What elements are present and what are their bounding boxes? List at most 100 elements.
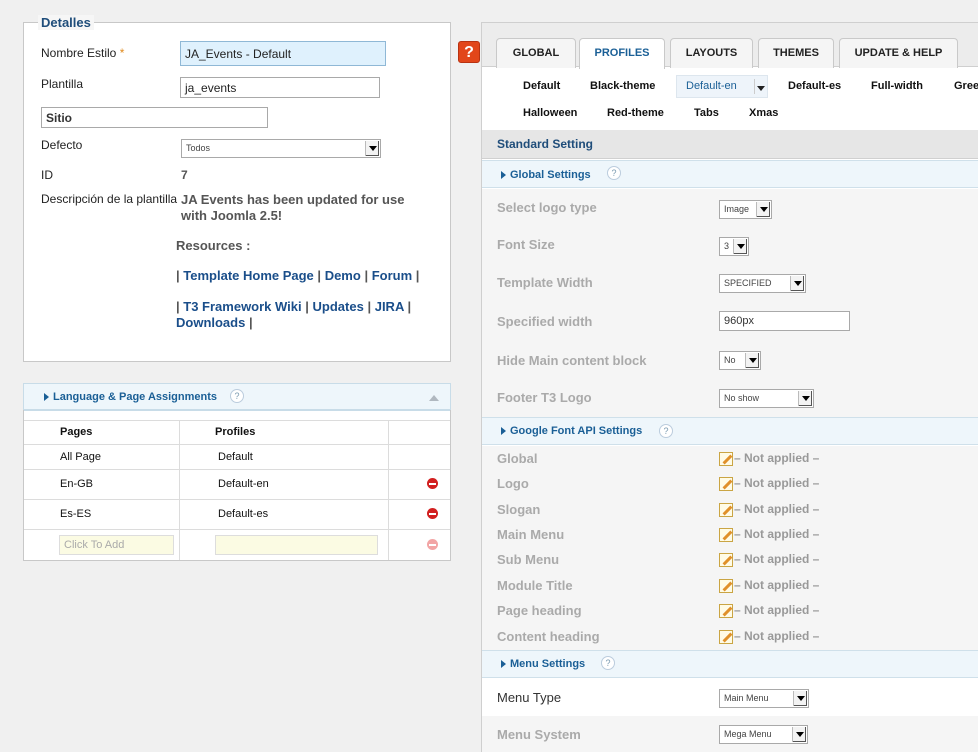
font-value-logo[interactable]: – Not applied – [719,476,819,491]
global-settings-body [482,189,978,417]
profile-tabs[interactable]: Tabs [694,107,719,119]
font-label-module-title: Module Title [497,578,573,593]
tab-update-help[interactable]: UPDATE & HELP [839,38,958,68]
tab-themes[interactable]: THEMES [758,38,834,68]
profile-full-width[interactable]: Full-width [871,80,923,92]
remove-icon-disabled [427,539,438,550]
specified-width-input[interactable]: 960px [719,311,850,331]
font-label-content-heading: Content heading [497,629,600,644]
descripcion-line1: JA Events has been updated for use [181,192,405,207]
help-button[interactable]: ? [458,41,480,63]
add-profile-input[interactable] [215,535,378,555]
edit-pencil-icon[interactable] [719,527,733,542]
edit-pencil-icon[interactable] [719,603,733,618]
remove-icon[interactable] [427,508,438,519]
link-downloads[interactable]: Downloads [176,315,245,330]
descripcion-label: Descripción de la plantilla [41,192,178,206]
resources-heading: Resources : [176,238,251,253]
profile-halloween[interactable]: Halloween [523,107,577,119]
edit-pencil-icon[interactable] [719,476,733,491]
link-jira[interactable]: JIRA [375,299,404,314]
nombre-estilo-input[interactable]: JA_Events - Default [180,41,386,66]
font-value-sub-menu[interactable]: – Not applied – [719,552,819,567]
profile-black-theme[interactable]: Black-theme [590,80,655,92]
expand-triangle-icon [501,171,506,180]
menu-type-label: Menu Type [497,690,562,705]
collapse-arrow-icon[interactable] [429,395,439,401]
menu-system-label: Menu System [497,727,581,742]
table-row-profile[interactable]: Default-en [218,478,269,490]
resource-links-line2: | T3 Framework Wiki | Updates | JIRA | [176,299,412,314]
font-label-page-heading: Page heading [497,603,582,618]
setting-label-specified-width: Specified width [497,314,593,329]
font-label-slogan: Slogan [497,502,541,517]
add-page-input[interactable]: Click To Add [59,535,174,555]
table-row-page: En-GB [60,478,94,490]
setting-label-font-size: Font Size [497,237,555,252]
tab-layouts[interactable]: LAYOUTS [670,38,753,68]
font-value-global[interactable]: – Not applied – [719,451,819,466]
font-value-module-title[interactable]: – Not applied – [719,578,819,593]
font-value-main-menu[interactable]: – Not applied – [719,527,819,542]
footer-logo-select[interactable]: No show [719,389,814,408]
setting-label-logo-type: Select logo type [497,200,597,215]
profile-default[interactable]: Default [523,80,560,92]
menu-system-select[interactable]: Mega Menu [719,725,808,744]
font-value-page-heading[interactable]: – Not applied – [719,603,819,618]
link-t3-framework-wiki[interactable]: T3 Framework Wiki [183,299,301,314]
column-header-profiles: Profiles [215,426,256,438]
font-value-slogan[interactable]: – Not applied – [719,502,819,517]
link-template-home-page[interactable]: Template Home Page [183,268,314,283]
chevron-down-icon [733,239,747,254]
edit-pencil-icon[interactable] [719,502,733,517]
menu-type-select[interactable]: Main Menu [719,689,809,708]
hide-main-select[interactable]: No [719,351,761,370]
table-row-profile[interactable]: Default-es [218,508,268,520]
chevron-down-icon [757,86,765,91]
link-forum[interactable]: Forum [372,268,412,283]
id-label: ID [41,168,53,182]
font-label-main-menu: Main Menu [497,527,565,542]
profile-green[interactable]: Gree [954,80,978,92]
help-icon[interactable]: ? [230,389,244,403]
expand-triangle-icon [501,427,506,436]
help-icon[interactable]: ? [601,656,615,670]
logo-type-select[interactable]: Image [719,200,772,219]
font-size-select[interactable]: 3 [719,237,749,256]
edit-pencil-icon[interactable] [719,629,733,644]
tab-global[interactable]: GLOBAL [496,38,576,68]
plantilla-input[interactable]: ja_events [180,77,380,98]
detalles-legend: Detalles [38,15,94,30]
column-header-pages: Pages [60,426,93,438]
chevron-down-icon [793,691,807,706]
font-value-content-heading[interactable]: – Not applied – [719,629,819,644]
assignments-title[interactable]: Language & Page Assignments [44,391,217,403]
setting-label-hide-main: Hide Main content block [497,353,647,368]
google-font-title[interactable]: Google Font API Settings [501,425,642,437]
help-icon[interactable]: ? [659,424,673,438]
tab-profiles[interactable]: PROFILES [579,38,665,69]
link-updates[interactable]: Updates [313,299,364,314]
sitio-input[interactable]: Sitio [41,107,268,128]
chevron-down-icon [745,353,759,368]
profile-default-en[interactable]: Default-en [686,80,737,92]
chevron-down-icon [798,391,812,406]
menu-settings-title[interactable]: Menu Settings [501,658,585,670]
remove-icon[interactable] [427,478,438,489]
id-value: 7 [181,168,188,182]
required-star: * [119,46,125,60]
global-settings-title[interactable]: Global Settings [501,169,591,181]
template-width-select[interactable]: SPECIFIED [719,274,806,293]
help-icon[interactable]: ? [607,166,621,180]
profile-red-theme[interactable]: Red-theme [607,107,664,119]
expand-triangle-icon [44,393,49,402]
profile-xmas[interactable]: Xmas [749,107,778,119]
edit-pencil-icon[interactable] [719,451,733,466]
edit-pencil-icon[interactable] [719,552,733,567]
defecto-select[interactable]: Todos [181,139,381,158]
standard-setting-title: Standard Setting [497,137,594,151]
font-label-sub-menu: Sub Menu [497,552,560,567]
profile-default-es[interactable]: Default-es [788,80,841,92]
edit-pencil-icon[interactable] [719,578,733,593]
link-demo[interactable]: Demo [325,268,361,283]
